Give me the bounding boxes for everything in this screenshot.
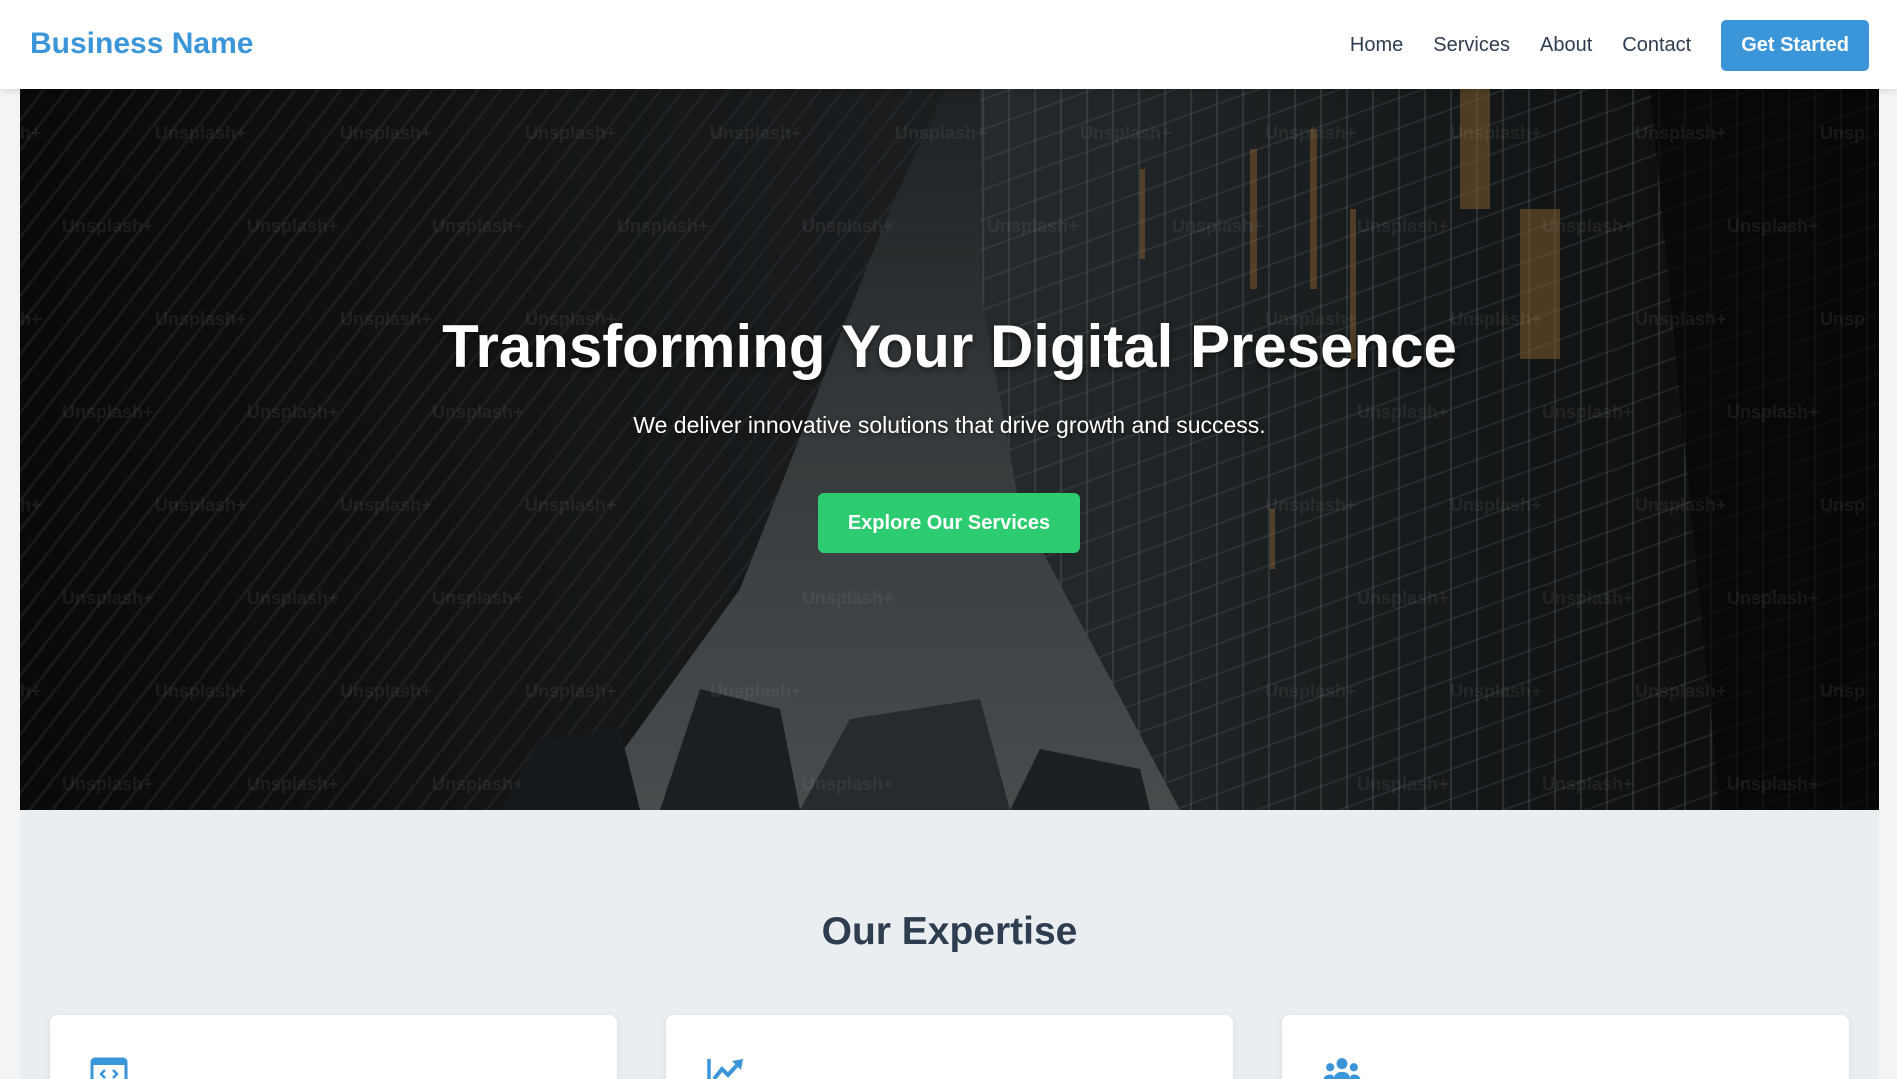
expertise-card-2[interactable] (666, 1015, 1233, 1079)
logo[interactable]: Business Name (30, 26, 253, 62)
expertise-card-1[interactable] (50, 1015, 617, 1079)
expertise-section: Our Expertise (20, 810, 1879, 1079)
section-title: Our Expertise (821, 910, 1078, 953)
hero-subtitle: We deliver innovative solutions that dri… (633, 412, 1266, 438)
trending-up-icon (707, 1059, 743, 1079)
nav-services-link[interactable]: Services (1433, 19, 1510, 71)
get-started-button[interactable]: Get Started (1721, 19, 1869, 71)
hero-content: Transforming Your Digital Presence We de… (20, 89, 1879, 810)
main-nav: Home Services About Contact Get Started (1350, 19, 1869, 71)
nav-about-link[interactable]: About (1540, 19, 1592, 71)
nav-contact-link[interactable]: Contact (1622, 19, 1691, 71)
code-window-icon (90, 1057, 128, 1079)
explore-services-button[interactable]: Explore Our Services (818, 493, 1080, 553)
expertise-card-3[interactable] (1282, 1015, 1849, 1079)
nav-home-link[interactable]: Home (1350, 19, 1403, 71)
hero-section: ash+Unsplash+Unsplash+Unsplash+Unsplash+… (20, 89, 1879, 810)
users-icon (1323, 1058, 1361, 1079)
hero-title: Transforming Your Digital Presence (442, 313, 1457, 380)
site-header: Business Name Home Services About Contac… (0, 0, 1897, 89)
